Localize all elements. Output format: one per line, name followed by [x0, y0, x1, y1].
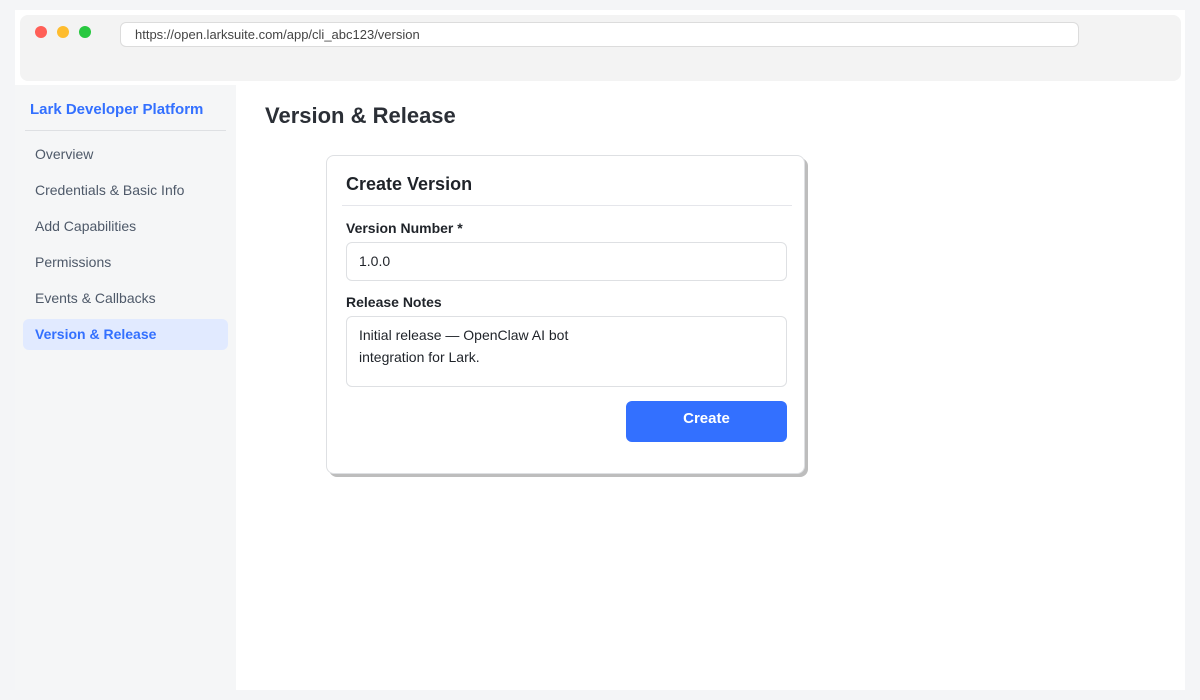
maximize-window-icon[interactable]	[79, 26, 91, 38]
address-bar[interactable]: https://open.larksuite.com/app/cli_abc12…	[120, 22, 1079, 47]
release-notes-label: Release Notes	[346, 294, 442, 310]
sidebar-item-overview[interactable]: Overview	[23, 139, 228, 170]
sidebar-item-credentials[interactable]: Credentials & Basic Info	[23, 175, 228, 206]
sidebar: Lark Developer Platform Overview Credent…	[15, 85, 236, 690]
platform-brand[interactable]: Lark Developer Platform	[30, 101, 203, 118]
release-notes-line: integration for Lark.	[359, 349, 480, 365]
page-title: Version & Release	[265, 103, 456, 128]
version-number-input[interactable]: 1.0.0	[346, 242, 787, 281]
sidebar-item-add-capabilities[interactable]: Add Capabilities	[23, 211, 228, 242]
release-notes-line: Initial release — OpenClaw AI bot	[359, 327, 569, 343]
sidebar-item-events-callbacks[interactable]: Events & Callbacks	[23, 283, 228, 314]
version-number-label: Version Number *	[346, 220, 463, 236]
sidebar-item-version-release[interactable]: Version & Release	[23, 319, 228, 350]
sidebar-divider	[25, 130, 226, 131]
sidebar-item-permissions[interactable]: Permissions	[23, 247, 228, 278]
browser-toolbar: https://open.larksuite.com/app/cli_abc12…	[20, 15, 1181, 81]
close-window-icon[interactable]	[35, 26, 47, 38]
minimize-window-icon[interactable]	[57, 26, 69, 38]
card-title: Create Version	[346, 174, 473, 194]
card-divider	[342, 205, 792, 206]
main-content: Version & Release Create Version Version…	[236, 85, 1185, 690]
release-notes-textarea[interactable]: Initial release — OpenClaw AI bot integr…	[346, 316, 787, 387]
browser-window: https://open.larksuite.com/app/cli_abc12…	[15, 10, 1185, 690]
create-version-card: Create Version Version Number * 1.0.0 Re…	[326, 155, 805, 474]
create-button[interactable]: Create	[626, 401, 787, 442]
sidebar-nav: Overview Credentials & Basic Info Add Ca…	[23, 139, 228, 355]
